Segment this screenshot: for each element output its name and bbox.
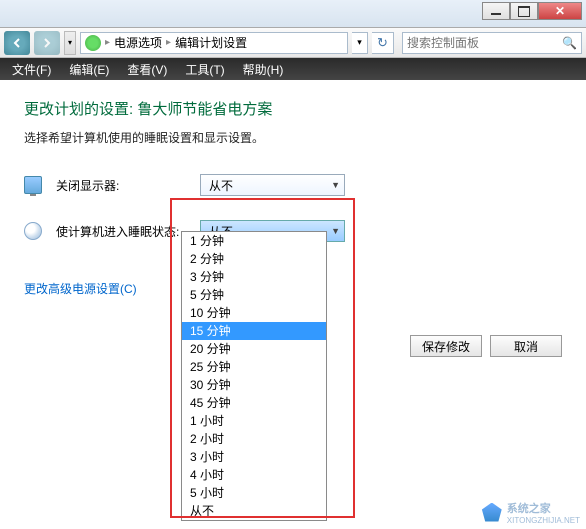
sleep-dropdown-list[interactable]: 1 分钟2 分钟3 分钟5 分钟10 分钟15 分钟20 分钟25 分钟30 分… xyxy=(181,231,327,521)
control-panel-icon xyxy=(85,35,101,51)
search-input[interactable] xyxy=(407,36,562,50)
dropdown-option[interactable]: 10 分钟 xyxy=(182,304,326,322)
monitor-icon xyxy=(24,176,42,194)
combo-value: 从不 xyxy=(209,177,233,194)
menu-bar: 文件(F) 编辑(E) 查看(V) 工具(T) 帮助(H) xyxy=(0,58,586,80)
breadcrumb-dropdown[interactable]: ▾ xyxy=(352,32,368,54)
content-area: 更改计划的设置: 鲁大师节能省电方案 选择希望计算机使用的睡眠设置和显示设置。 … xyxy=(0,80,586,529)
dropdown-option[interactable]: 1 分钟 xyxy=(182,232,326,250)
arrow-right-icon xyxy=(41,37,53,49)
page-title: 更改计划的设置: 鲁大师节能省电方案 xyxy=(24,98,562,119)
menu-view[interactable]: 查看(V) xyxy=(119,59,175,80)
nav-history-dropdown[interactable]: ▾ xyxy=(64,31,76,55)
dropdown-option[interactable]: 2 分钟 xyxy=(182,250,326,268)
dropdown-option[interactable]: 45 分钟 xyxy=(182,394,326,412)
window-controls: ✕ xyxy=(482,2,582,20)
breadcrumb-item[interactable]: 编辑计划设置 xyxy=(175,34,247,51)
dropdown-option[interactable]: 3 分钟 xyxy=(182,268,326,286)
menu-file[interactable]: 文件(F) xyxy=(4,59,59,80)
arrow-left-icon xyxy=(11,37,23,49)
close-button[interactable]: ✕ xyxy=(538,2,582,20)
refresh-button[interactable]: ↻ xyxy=(372,32,394,54)
watermark-text: 系统之家 xyxy=(507,500,580,516)
breadcrumb-item[interactable]: 电源选项 xyxy=(114,34,162,51)
dropdown-option[interactable]: 从不 xyxy=(182,502,326,520)
dropdown-option[interactable]: 2 小时 xyxy=(182,430,326,448)
window-titlebar: ✕ xyxy=(0,0,586,28)
menu-tools[interactable]: 工具(T) xyxy=(177,59,232,80)
dropdown-option[interactable]: 4 小时 xyxy=(182,466,326,484)
menu-edit[interactable]: 编辑(E) xyxy=(61,59,117,80)
breadcrumb[interactable]: ▸ 电源选项 ▸ 编辑计划设置 xyxy=(80,32,348,54)
turn-off-display-label: 关闭显示器: xyxy=(56,177,186,194)
watermark-logo-icon xyxy=(481,503,503,523)
watermark: 系统之家 XITONGZHIJIA.NET xyxy=(481,500,580,525)
moon-icon xyxy=(24,222,42,240)
maximize-button[interactable] xyxy=(510,2,538,20)
menu-help[interactable]: 帮助(H) xyxy=(235,59,292,80)
action-buttons: 保存修改 取消 xyxy=(410,335,562,357)
dropdown-option[interactable]: 20 分钟 xyxy=(182,340,326,358)
page-description: 选择希望计算机使用的睡眠设置和显示设置。 xyxy=(24,129,562,146)
chevron-down-icon: ▼ xyxy=(331,226,340,236)
navigation-bar: ▾ ▸ 电源选项 ▸ 编辑计划设置 ▾ ↻ 🔍 xyxy=(0,28,586,58)
dropdown-option[interactable]: 30 分钟 xyxy=(182,376,326,394)
dropdown-option[interactable]: 5 分钟 xyxy=(182,286,326,304)
turn-off-display-row: 关闭显示器: 从不 ▼ xyxy=(24,174,562,196)
search-box[interactable]: 🔍 xyxy=(402,32,582,54)
save-button[interactable]: 保存修改 xyxy=(410,335,482,357)
sleep-label: 使计算机进入睡眠状态: xyxy=(56,223,186,240)
cancel-button[interactable]: 取消 xyxy=(490,335,562,357)
chevron-right-icon: ▸ xyxy=(166,37,171,48)
advanced-settings-link[interactable]: 更改高级电源设置(C) xyxy=(24,280,137,297)
forward-button[interactable] xyxy=(34,31,60,55)
turn-off-display-combo[interactable]: 从不 ▼ xyxy=(200,174,345,196)
back-button[interactable] xyxy=(4,31,30,55)
dropdown-option[interactable]: 25 分钟 xyxy=(182,358,326,376)
minimize-button[interactable] xyxy=(482,2,510,20)
dropdown-option[interactable]: 5 小时 xyxy=(182,484,326,502)
dropdown-option[interactable]: 3 小时 xyxy=(182,448,326,466)
dropdown-option[interactable]: 1 小时 xyxy=(182,412,326,430)
chevron-down-icon: ▼ xyxy=(331,180,340,190)
search-icon: 🔍 xyxy=(562,36,577,50)
watermark-url: XITONGZHIJIA.NET xyxy=(507,516,580,525)
chevron-right-icon: ▸ xyxy=(105,37,110,48)
dropdown-option[interactable]: 15 分钟 xyxy=(182,322,326,340)
